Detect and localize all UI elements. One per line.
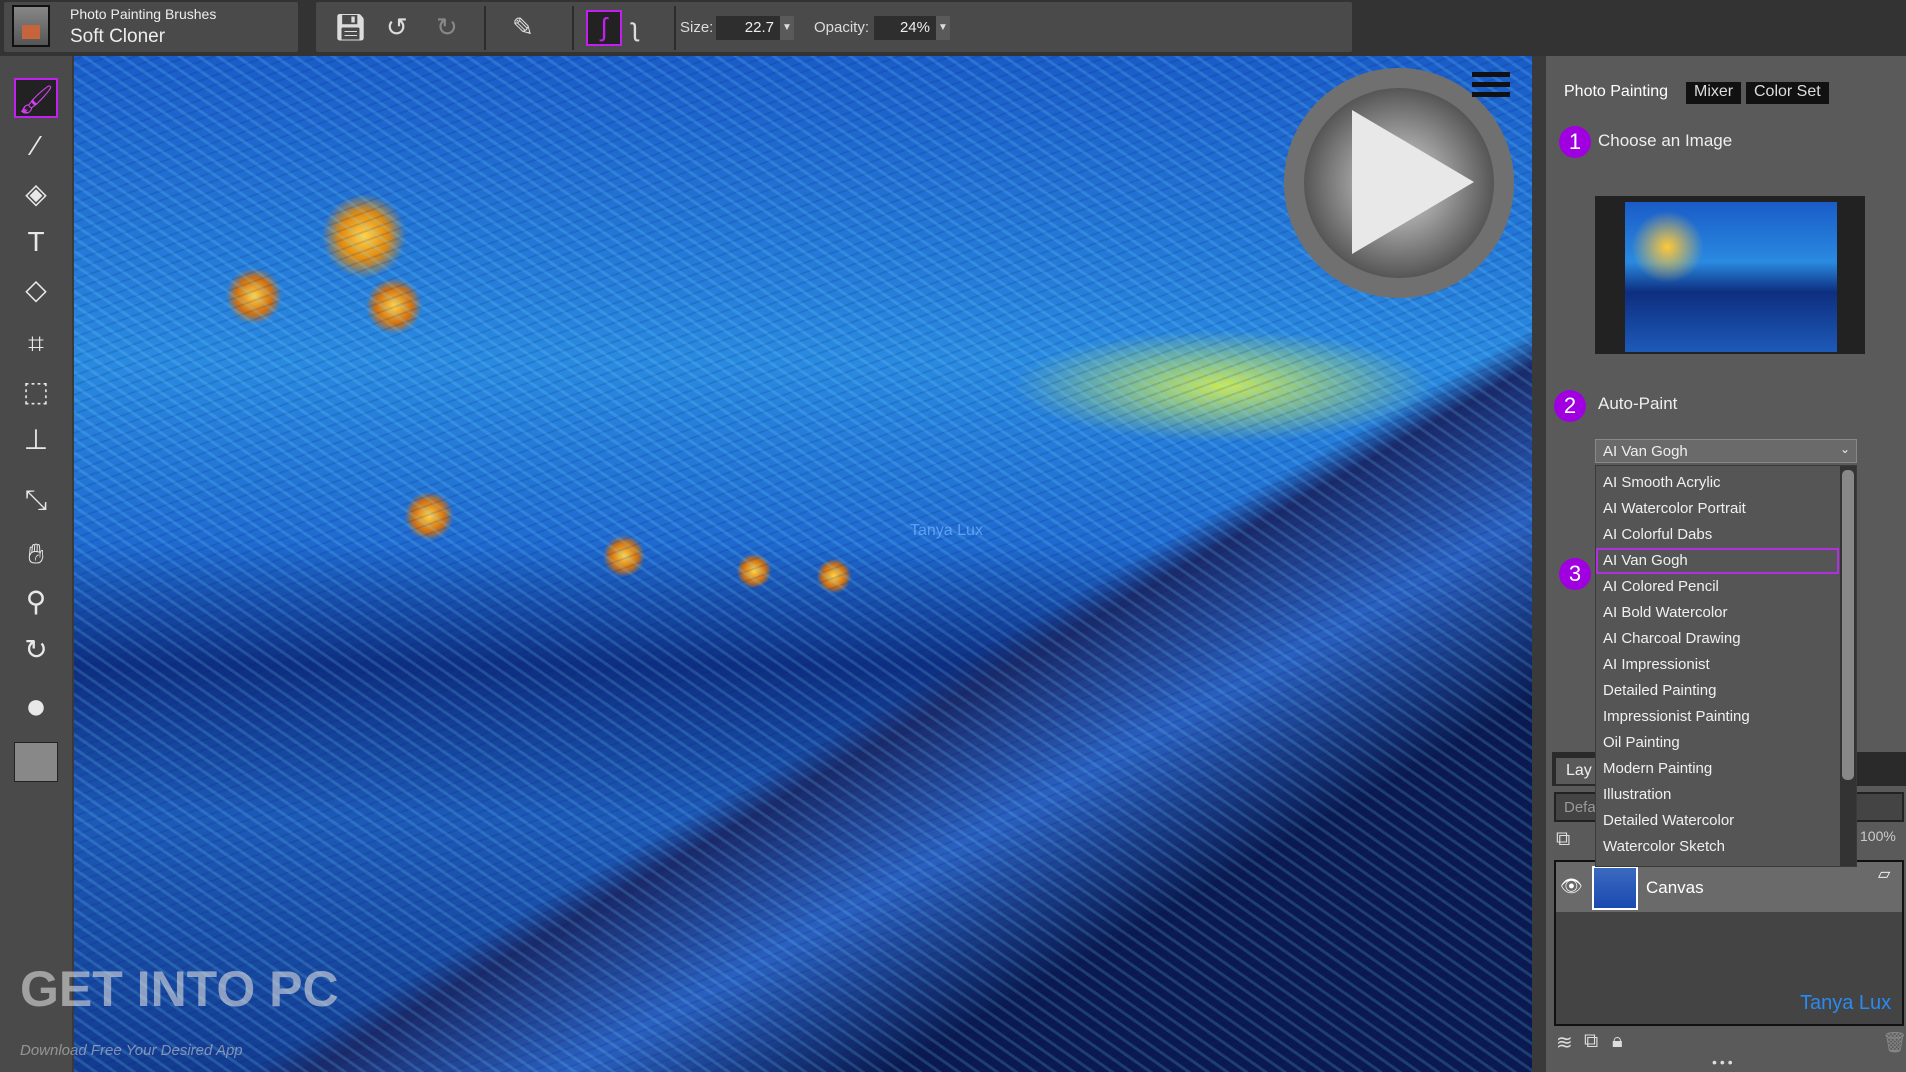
style-option[interactable]: AI Smooth Acrylic [1596, 470, 1839, 496]
crop-tool-icon[interactable]: ⌗ [14, 324, 58, 364]
style-option[interactable]: Oil Painting [1596, 730, 1839, 756]
layer-thumbnail [1592, 866, 1638, 910]
divider [484, 6, 486, 50]
size-label: Size: [680, 19, 714, 36]
style-option[interactable]: Detailed Painting [1596, 678, 1839, 704]
grabber-hand-icon[interactable]: ✋︎ [14, 534, 58, 574]
magnifier-icon[interactable]: ⚲ [14, 582, 58, 622]
straight-line-stroke-icon[interactable]: ʅ [632, 12, 638, 42]
brush-category-icon[interactable] [12, 5, 50, 47]
auto-paint-title: Auto-Paint [1598, 394, 1678, 413]
size-dropdown-icon[interactable]: ▼ [780, 16, 794, 40]
step-3-badge: 3 [1559, 558, 1591, 590]
style-option[interactable]: AI Watercolor Portrait [1596, 496, 1839, 522]
opacity-dropdown-icon[interactable]: ▼ [936, 16, 950, 40]
layers-signature: Tanya Lux [1800, 992, 1892, 1014]
style-option[interactable]: AI Charcoal Drawing [1596, 626, 1839, 652]
paint-bucket-icon[interactable]: ◈ [14, 174, 58, 214]
stamp-tool-icon[interactable]: ⊥ [14, 420, 58, 460]
style-option[interactable]: Impressionist Painting [1596, 704, 1839, 730]
visibility-eye-icon[interactable]: 👁︎ [1560, 876, 1583, 897]
step-2-badge: 2 [1554, 390, 1586, 422]
size-input[interactable]: 22.7 [716, 16, 780, 40]
brush-variant: Soft Cloner [70, 26, 166, 47]
layer-lock-transparency-icon[interactable]: ▱ [1878, 864, 1890, 884]
style-option[interactable]: Watercolor Sketch [1596, 834, 1839, 860]
transform-tool-icon[interactable]: ⤡ [14, 480, 58, 520]
dropper-tool-icon[interactable]: ⁄ [14, 126, 58, 166]
tab-color-set[interactable]: Color Set [1746, 82, 1829, 104]
step-1-badge: 1 [1559, 126, 1591, 158]
style-option[interactable]: Illustration [1596, 782, 1839, 808]
trash-icon[interactable]: 🗑︎ [1882, 1030, 1906, 1055]
auto-paint-style-select[interactable]: AI Van Gogh ⌄ [1595, 439, 1857, 463]
style-option[interactable]: AI Impressionist [1596, 652, 1839, 678]
opacity-input[interactable]: 24% [874, 16, 936, 40]
composite-icon[interactable]: ⧉ [1556, 828, 1570, 851]
selected-style: AI Van Gogh [1603, 443, 1688, 460]
toolbox: 🖌︎ ⁄ ◈ T ◇ ⌗ ⬚ ⊥ ⤡ ✋︎ ⚲ ↻ ● [0, 56, 72, 1072]
source-image-thumbnail[interactable] [1625, 202, 1837, 352]
rectangle-select-icon[interactable]: ⬚ [14, 372, 58, 412]
brush-reset-icon[interactable]: ✎ [512, 12, 534, 42]
style-option[interactable]: AI Colorful Dabs [1596, 522, 1839, 548]
layer-stack-icon[interactable]: ≋ [1556, 1030, 1573, 1055]
style-option[interactable]: AI Bold Watercolor [1596, 600, 1839, 626]
auto-paint-style-list: AI Smooth Acrylic AI Watercolor Portrait A… [1595, 465, 1857, 867]
more-options-icon[interactable]: ••• [1712, 1054, 1736, 1070]
brush-category: Photo Painting Brushes [70, 6, 217, 22]
watermark-title: GET INTO PC [20, 961, 339, 1017]
tab-mixer[interactable]: Mixer [1686, 82, 1742, 104]
canvas-signature: Tanya Lux [910, 522, 983, 539]
divider [674, 6, 676, 50]
undo-icon[interactable]: ↺ [386, 12, 408, 42]
style-option[interactable]: AI Van Gogh [1596, 548, 1839, 574]
property-bar: 💾︎ ↺ ↻ ✎ ʃ ʅ Size: 22.7 ▼ Opacity: 24% ▼ [316, 2, 1352, 52]
divider [572, 6, 574, 50]
color-swatches-icon[interactable]: ● [14, 686, 58, 726]
style-option[interactable]: Modern Painting [1596, 756, 1839, 782]
opacity-label: Opacity: [814, 19, 870, 36]
choose-image-title: Choose an Image [1598, 131, 1733, 150]
tab-photo-painting[interactable]: Photo Painting [1556, 82, 1677, 104]
rotate-page-icon[interactable]: ↻ [14, 630, 58, 670]
style-option[interactable]: AI Colored Pencil [1596, 574, 1839, 600]
eraser-icon[interactable]: ◇ [14, 270, 58, 310]
paper-texture-icon[interactable] [14, 742, 58, 782]
layer-name: Canvas [1646, 878, 1704, 897]
freehand-stroke-icon[interactable]: ʃ [586, 10, 622, 46]
watermark-subtitle: Download Free Your Desired App [20, 1042, 243, 1059]
new-layer-icon[interactable]: ⧉ [1584, 1030, 1598, 1053]
lock-icon[interactable]: 🔒︎ [1612, 1030, 1623, 1053]
layer-opacity[interactable]: 100% [1860, 828, 1896, 844]
save-icon[interactable]: 💾︎ [334, 12, 367, 42]
redo-icon[interactable]: ↻ [436, 12, 458, 42]
chevron-down-icon: ⌄ [1839, 442, 1850, 456]
text-tool-icon[interactable]: T [14, 222, 58, 262]
play-icon[interactable] [1352, 110, 1474, 254]
brush-tool-icon[interactable]: 🖌︎ [14, 78, 58, 118]
style-option[interactable]: Detailed Watercolor [1596, 808, 1839, 834]
list-scrollbar-thumb[interactable] [1842, 470, 1854, 780]
hamburger-menu-icon[interactable] [1472, 72, 1510, 102]
